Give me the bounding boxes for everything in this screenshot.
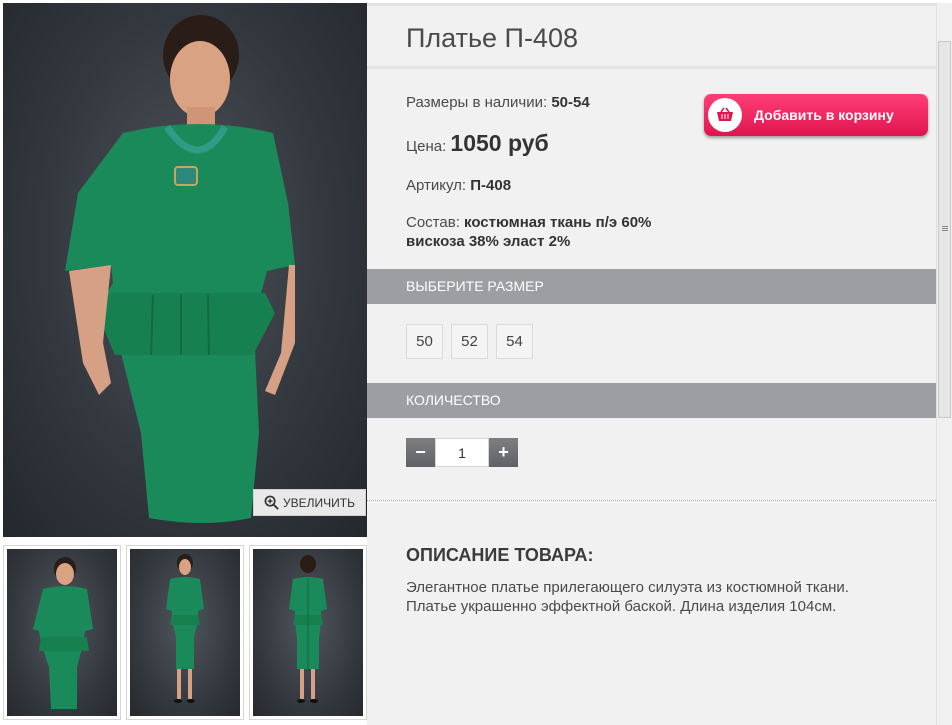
price-label: Цена: bbox=[406, 138, 447, 155]
product-page: УВЕЛИЧИТЬ Платье П-408 Размеры в наличии… bbox=[0, 0, 952, 725]
title-bar: Платье П-408 bbox=[367, 3, 936, 69]
quantity-stepper: − + bbox=[406, 438, 518, 467]
scrollbar[interactable] bbox=[936, 3, 952, 725]
description-line-2: Платье украшенно эффектной баской. Длина… bbox=[406, 598, 837, 615]
quantity-minus-button[interactable]: − bbox=[406, 438, 435, 467]
description-line-1: Элегантное платье прилегающего силуэта и… bbox=[406, 579, 849, 596]
magnifier-plus-icon bbox=[264, 495, 279, 510]
product-info-panel: Платье П-408 Размеры в наличии: 50-54 Це… bbox=[367, 3, 936, 725]
size-option-50[interactable]: 50 bbox=[406, 324, 443, 359]
size-option-54[interactable]: 54 bbox=[496, 324, 533, 359]
thumbnail-back[interactable] bbox=[249, 545, 367, 720]
price-value: 1050 руб bbox=[450, 130, 549, 156]
scrollbar-grip-icon bbox=[942, 226, 948, 231]
quantity-section-header: КОЛИЧЕСТВО bbox=[367, 383, 936, 418]
sizes-label: Размеры в наличии: bbox=[406, 94, 548, 111]
article-label: Артикул: bbox=[406, 177, 467, 194]
composition-value-1: костюмная ткань п/э 60% bbox=[464, 214, 652, 231]
thumbnail-front[interactable] bbox=[3, 545, 121, 720]
price: Цена: 1050 руб bbox=[406, 130, 549, 157]
main-product-photo[interactable]: УВЕЛИЧИТЬ bbox=[3, 3, 367, 537]
scrollbar-thumb[interactable] bbox=[938, 41, 951, 418]
description-text: Элегантное платье прилегающего силуэта и… bbox=[406, 578, 926, 616]
thumbnail-back-image bbox=[289, 555, 327, 703]
sizes-available: Размеры в наличии: 50-54 bbox=[406, 94, 590, 111]
quantity-input[interactable] bbox=[435, 438, 489, 467]
zoom-button[interactable]: УВЕЛИЧИТЬ bbox=[253, 489, 366, 516]
zoom-label: УВЕЛИЧИТЬ bbox=[283, 495, 355, 510]
composition: Состав: костюмная ткань п/э 60% вискоза … bbox=[406, 213, 651, 251]
dress-model-figure bbox=[65, 15, 295, 523]
article-value: П-408 bbox=[470, 177, 512, 194]
sizes-value: 50-54 bbox=[551, 94, 590, 111]
article: Артикул: П-408 bbox=[406, 177, 511, 194]
basket-icon bbox=[708, 98, 742, 132]
add-to-cart-button[interactable]: Добавить в корзину bbox=[704, 94, 928, 136]
quantity-plus-button[interactable]: + bbox=[489, 438, 518, 467]
divider bbox=[367, 500, 936, 501]
add-to-cart-label: Добавить в корзину bbox=[754, 107, 894, 123]
product-title: Платье П-408 bbox=[406, 23, 578, 53]
composition-value-2: вискоза 38% эласт 2% bbox=[406, 233, 571, 250]
thumbnail-full-image bbox=[166, 554, 204, 703]
thumbnail-front-image bbox=[33, 557, 93, 709]
size-section-header: ВЫБЕРИТЕ РАЗМЕР bbox=[367, 269, 936, 304]
size-option-52[interactable]: 52 bbox=[451, 324, 488, 359]
description-title: ОПИСАНИЕ ТОВАРА: bbox=[406, 545, 594, 565]
thumbnail-strip bbox=[3, 545, 367, 720]
thumbnail-full[interactable] bbox=[126, 545, 244, 720]
composition-label: Состав: bbox=[406, 214, 460, 231]
